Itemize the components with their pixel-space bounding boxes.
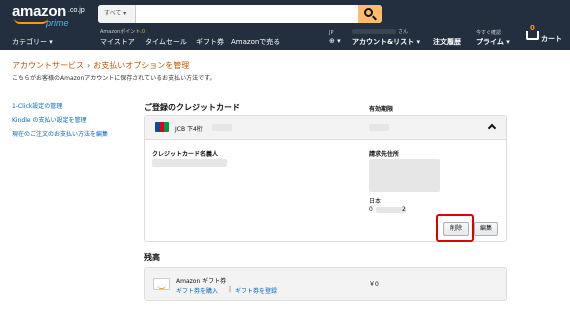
prime-menu[interactable]: プライム ▾ <box>476 37 510 47</box>
top-nav-bar: amazon .co.jp prime すべて ▾ カテゴリー ▾ Amazon… <box>0 0 570 50</box>
cart-icon <box>526 31 539 40</box>
gift-card-icon <box>153 278 170 290</box>
categories-menu[interactable]: カテゴリー ▾ <box>12 37 53 47</box>
billing-address-redacted <box>369 159 440 192</box>
breadcrumb: アカウントサービス › お支払いオプションを管理 <box>12 60 189 71</box>
billing-postal-start: 0 <box>369 206 373 213</box>
card-name: JCB 下4桁 <box>175 126 203 133</box>
prime-check-label: 今すぐ確認 <box>476 30 502 36</box>
logo-prime: prime <box>46 18 69 28</box>
gift-card-title: Amazon ギフト券 <box>176 278 227 285</box>
breadcrumb-separator: › <box>87 61 91 70</box>
sidebar-link-1click[interactable]: 1-Click設定の管理 <box>12 103 130 111</box>
logo-smile-icon <box>14 18 48 24</box>
edit-card-button[interactable]: 編集 <box>474 222 498 236</box>
amazon-logo[interactable]: amazon .co.jp prime <box>12 3 88 31</box>
buy-gift-card-link[interactable]: ギフト券を購入 <box>176 286 218 295</box>
page-title: お支払いオプションを管理 <box>93 61 190 70</box>
page-subtitle: こちらがお客様のAmazonアカウントに保存されているお支払い方法です。 <box>12 75 216 82</box>
search-icon <box>364 8 373 17</box>
card-expiry-redacted <box>369 124 389 131</box>
points-value: 0 <box>141 29 146 35</box>
balance-heading: 残高 <box>144 253 160 262</box>
account-name-redacted <box>352 29 396 34</box>
search-input[interactable] <box>138 5 358 23</box>
cart-count: 0 <box>530 24 535 32</box>
gift-link-separator: | <box>229 286 232 293</box>
card-holder-label: クレジットカード名義人 <box>152 151 219 158</box>
jcb-card-icon <box>155 122 169 132</box>
search-bar: すべて ▾ <box>98 5 382 23</box>
expiry-column-header: 有効期限 <box>369 106 394 113</box>
sidebar-link-kindle[interactable]: Kindle の支払い設定を管理 <box>12 117 130 125</box>
search-button[interactable] <box>358 5 382 23</box>
language-code: JP <box>329 30 334 36</box>
nav-link-sell[interactable]: Amazonで売る <box>231 37 280 47</box>
language-globe-icon[interactable]: ⊕ ▾ <box>329 37 341 45</box>
credit-card-row[interactable]: JCB 下4桁 <box>145 116 506 140</box>
card-holder-redacted <box>152 159 227 167</box>
billing-country: 日本 <box>369 198 382 205</box>
cart-label: カート <box>541 35 562 43</box>
gift-card-amount: ￥0 <box>369 281 379 288</box>
breadcrumb-account-service[interactable]: アカウントサービス <box>12 61 84 70</box>
nav-link-timesale[interactable]: タイムセール <box>145 37 187 47</box>
gift-card-balance-row: Amazon ギフト券 ギフト券を購入 | ギフト券を登録 ￥0 <box>144 267 507 301</box>
search-category-dropdown[interactable]: すべて ▾ <box>98 5 136 23</box>
points-label-text: Amazonポイント: <box>100 29 142 35</box>
card-last4-redacted <box>212 124 232 131</box>
billing-postal-end: 2 <box>402 206 406 213</box>
register-gift-card-link[interactable]: ギフト券を登録 <box>235 286 277 295</box>
account-lists-menu[interactable]: アカウント&リスト ▾ <box>352 37 420 47</box>
cart-button[interactable]: 0 カート <box>526 24 566 47</box>
account-greeting: さん <box>398 29 409 35</box>
sidebar-link-edit-current-order[interactable]: 現在のご注文のお支払い方法を編集 <box>12 131 130 139</box>
collapse-chevron-icon[interactable] <box>487 123 497 133</box>
points-label: Amazonポイント:0 <box>100 28 145 35</box>
nav-link-giftcard[interactable]: ギフト券 <box>196 37 224 47</box>
credit-cards-heading: ご登録のクレジットカード <box>144 103 240 112</box>
orders-link[interactable]: 注文履歴 <box>433 37 461 47</box>
jcb-stripe-green <box>164 122 169 132</box>
billing-address-label: 請求先住所 <box>369 151 400 158</box>
logo-suffix: .co.jp <box>68 7 85 14</box>
delete-button-highlight <box>436 214 474 242</box>
nav-link-mystore[interactable]: マイストア <box>100 37 135 47</box>
